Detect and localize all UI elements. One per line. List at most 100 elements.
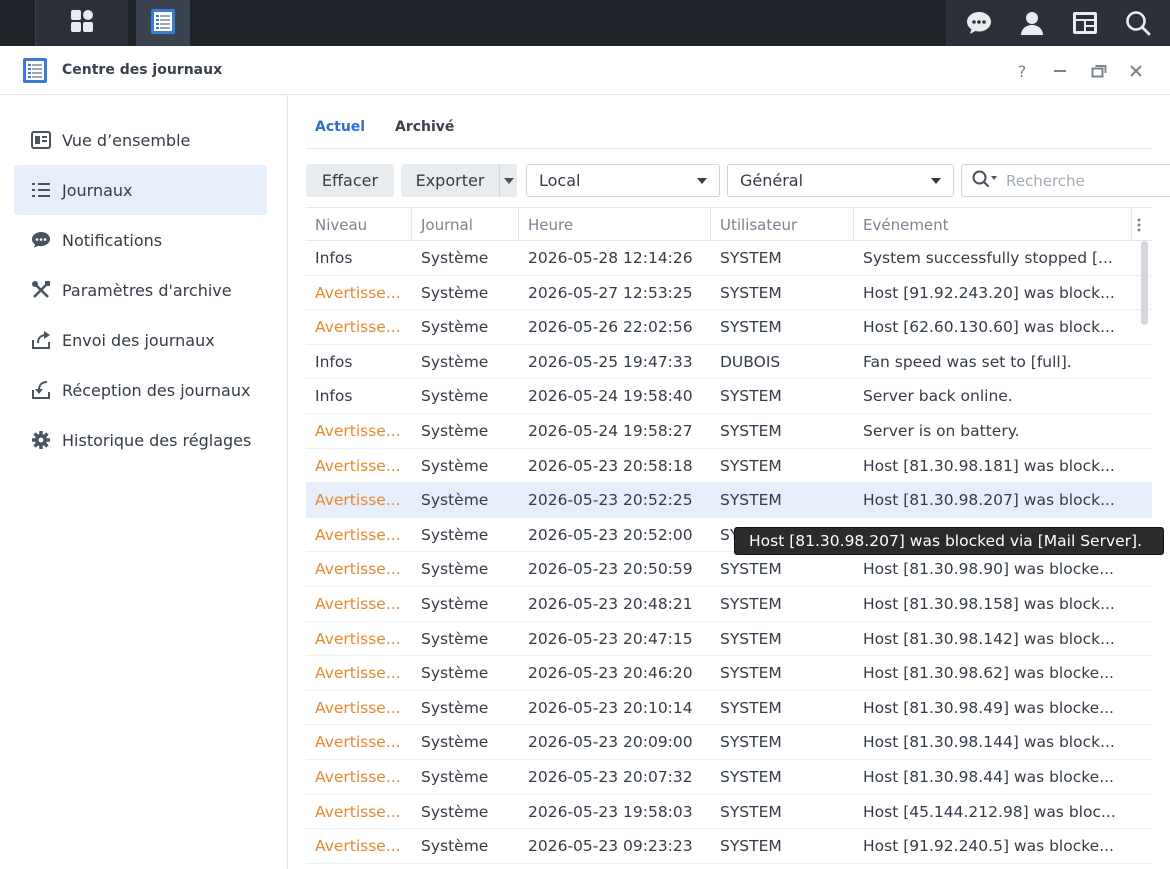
category-select[interactable]: Général bbox=[727, 164, 954, 197]
cell-user: SYSTEM bbox=[720, 318, 782, 337]
table-row[interactable]: Avertisse... Système 2026-05-23 19:58:03 SY… bbox=[306, 795, 1152, 830]
minimize-icon bbox=[1054, 70, 1066, 72]
sidebar-item-notifications[interactable]: Notifications bbox=[14, 215, 267, 265]
cell-user: SYSTEM bbox=[720, 421, 782, 440]
table-row[interactable]: Avertisse... Système 2026-05-24 19:58:27 SY… bbox=[306, 414, 1152, 449]
tools-icon bbox=[30, 279, 52, 301]
table-row[interactable]: Avertisse... Système 2026-05-27 12:53:25 SY… bbox=[306, 276, 1152, 311]
main-menu-button[interactable] bbox=[36, 0, 128, 46]
chat-icon[interactable] bbox=[959, 3, 999, 43]
tab-current[interactable]: Actuel bbox=[315, 119, 365, 135]
grid-icon bbox=[70, 9, 94, 37]
cell-log: Système bbox=[421, 283, 489, 302]
taskbar-tray bbox=[946, 0, 1170, 46]
cell-log: Système bbox=[421, 491, 489, 510]
export-button[interactable]: Exporter bbox=[401, 164, 499, 197]
table-row[interactable]: Avertisse... Système 2026-05-23 20:10:14 SY… bbox=[306, 691, 1152, 726]
cell-time: 2026-05-23 19:58:03 bbox=[528, 802, 693, 821]
cell-level: Avertisse... bbox=[315, 318, 401, 337]
column-header-event[interactable]: Evénement bbox=[854, 208, 1132, 241]
column-menu-button[interactable] bbox=[1132, 208, 1152, 241]
cell-event: Host [81.30.98.62] was blocke... bbox=[863, 664, 1114, 683]
cell-level: Avertisse... bbox=[315, 491, 401, 510]
column-header-user[interactable]: Utilisateur bbox=[711, 208, 854, 241]
table-row[interactable]: Avertisse... Système 2026-05-23 20:09:00 SY… bbox=[306, 725, 1152, 760]
cell-time: 2026-05-23 20:52:00 bbox=[528, 525, 693, 544]
help-button[interactable]: ? bbox=[1010, 59, 1034, 83]
search-icon[interactable] bbox=[972, 170, 998, 192]
cell-user: SYSTEM bbox=[720, 594, 782, 613]
table-row[interactable]: Avertisse... Système 2026-05-23 20:50:59 SY… bbox=[306, 552, 1152, 587]
cell-event: Host [81.30.98.158] was block... bbox=[863, 594, 1115, 613]
category-select-value: Général bbox=[740, 171, 804, 190]
close-icon bbox=[1130, 65, 1142, 77]
cell-level: Avertisse... bbox=[315, 698, 401, 717]
sidebar-item-settings-history[interactable]: Historique des réglages bbox=[14, 415, 267, 465]
table-row[interactable]: Avertisse... Système 2026-05-23 20:47:15 SY… bbox=[306, 622, 1152, 657]
minimize-button[interactable] bbox=[1048, 59, 1072, 83]
table-row[interactable]: Avertisse... Système 2026-05-23 20:58:18 SY… bbox=[306, 449, 1152, 484]
cell-log: Système bbox=[421, 421, 489, 440]
cell-user: SYSTEM bbox=[720, 767, 782, 786]
table-row[interactable]: Avertisse... Système 2026-05-26 22:02:56 SY… bbox=[306, 310, 1152, 345]
cell-level: Avertisse... bbox=[315, 802, 401, 821]
cell-time: 2026-05-23 20:52:25 bbox=[528, 491, 693, 510]
sidebar-item-log-sending[interactable]: Envoi des journaux bbox=[14, 315, 267, 365]
sidebar-item-label: Réception des journaux bbox=[62, 380, 251, 400]
sidebar-item-log-receiving[interactable]: Réception des journaux bbox=[14, 365, 267, 415]
clear-button[interactable]: Effacer bbox=[306, 164, 394, 197]
sidebar-item-logs[interactable]: Journaux bbox=[14, 165, 267, 215]
cell-time: 2026-05-23 20:50:59 bbox=[528, 560, 693, 579]
overview-icon bbox=[30, 129, 52, 151]
cell-log: Système bbox=[421, 560, 489, 579]
window-title: Centre des journaux bbox=[62, 62, 223, 78]
cell-event: Host [81.30.98.142] was block... bbox=[863, 629, 1115, 648]
cell-event: Host [91.92.240.5] was blocke... bbox=[863, 837, 1114, 856]
cell-event: Host [81.30.98.207] was block... bbox=[863, 491, 1115, 510]
user-icon[interactable] bbox=[1012, 3, 1052, 43]
window-titlebar[interactable]: Centre des journaux ? bbox=[0, 46, 1170, 95]
close-button[interactable] bbox=[1124, 59, 1148, 83]
log-center-icon bbox=[150, 7, 176, 39]
export-menu-button[interactable] bbox=[499, 164, 517, 197]
cell-user: SYSTEM bbox=[720, 698, 782, 717]
cell-event: System successfully stopped [... bbox=[863, 249, 1113, 267]
sidebar-item-overview[interactable]: Vue d’ensemble bbox=[14, 115, 267, 165]
cell-level: Infos bbox=[315, 387, 353, 406]
tab-archived[interactable]: Archivé bbox=[395, 119, 454, 135]
cell-time: 2026-05-23 20:46:20 bbox=[528, 664, 693, 683]
table-row[interactable]: Infos Système 2026-05-28 12:14:26 SYSTEM Sys… bbox=[306, 241, 1152, 276]
restore-button[interactable] bbox=[1087, 59, 1111, 83]
table-scrollbar[interactable] bbox=[1141, 241, 1148, 325]
cell-level: Avertisse... bbox=[315, 594, 401, 613]
table-row[interactable]: Avertisse... Système 2026-05-23 09:23:23 SY… bbox=[306, 829, 1152, 864]
cell-time: 2026-05-25 19:47:33 bbox=[528, 352, 693, 371]
table-row[interactable]: Avertisse... Système 2026-05-23 20:07:32 SY… bbox=[306, 760, 1152, 795]
cell-level: Avertisse... bbox=[315, 560, 401, 579]
cell-event: Host [81.30.98.44] was blocke... bbox=[863, 767, 1114, 786]
table-row[interactable]: Avertisse... Système 2026-05-23 20:46:20 SY… bbox=[306, 656, 1152, 691]
search-icon[interactable] bbox=[1118, 3, 1158, 43]
cell-event: Server back online. bbox=[863, 387, 1013, 406]
cell-level: Avertisse... bbox=[315, 283, 401, 302]
cell-level: Avertisse... bbox=[315, 421, 401, 440]
source-select-value: Local bbox=[539, 171, 581, 190]
cell-user: SYSTEM bbox=[720, 491, 782, 510]
cell-log: Système bbox=[421, 249, 489, 267]
source-select[interactable]: Local bbox=[526, 164, 720, 197]
widgets-icon[interactable] bbox=[1065, 3, 1105, 43]
column-header-time[interactable]: Heure bbox=[519, 208, 711, 241]
cell-event: Server is on battery. bbox=[863, 421, 1020, 440]
table-row[interactable]: Infos Système 2026-05-25 19:47:33 DUBOIS Fan… bbox=[306, 345, 1152, 380]
cell-event: Host [45.144.212.98] was bloc... bbox=[863, 802, 1116, 821]
taskbar-log-center-button[interactable] bbox=[136, 0, 190, 46]
cell-log: Système bbox=[421, 698, 489, 717]
table-row[interactable]: Infos Système 2026-05-24 19:58:40 SYSTEM Ser… bbox=[306, 379, 1152, 414]
sidebar-item-archive-settings[interactable]: Paramètres d'archive bbox=[14, 265, 267, 315]
cell-user: SYSTEM bbox=[720, 837, 782, 856]
column-header-level[interactable]: Niveau bbox=[306, 208, 412, 241]
table-row[interactable]: Avertisse... Système 2026-05-23 20:48:21 SY… bbox=[306, 587, 1152, 622]
search-input[interactable] bbox=[1006, 171, 1146, 190]
column-header-log[interactable]: Journal bbox=[412, 208, 519, 241]
table-row[interactable]: Avertisse... Système 2026-05-23 20:52:25 SY… bbox=[306, 483, 1152, 518]
